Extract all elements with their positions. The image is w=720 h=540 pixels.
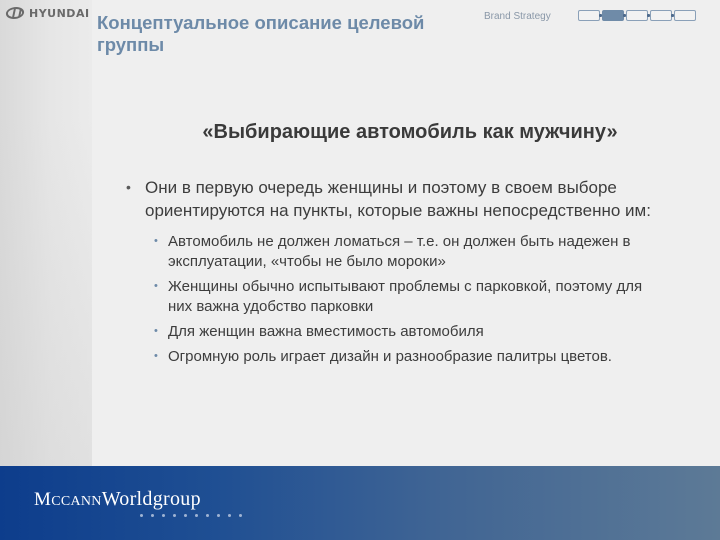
nav-connector	[671, 14, 674, 17]
sub-bullet-text: Для женщин важна вместимость автомобиля	[168, 323, 484, 340]
nav-step-5[interactable]	[674, 10, 696, 21]
sub-bullet-icon: •	[154, 280, 158, 292]
sub-bullet-item: • Женщины обычно испытывают проблемы с п…	[116, 277, 656, 317]
footer-dot	[140, 514, 143, 517]
footer-dot	[206, 514, 209, 517]
mccann-ann: CANN	[60, 494, 102, 509]
nav-step-1[interactable]	[578, 10, 600, 21]
sub-bullet-list: • Автомобиль не должен ломаться – т.е. о…	[116, 232, 656, 367]
footer-dot	[151, 514, 154, 517]
hyundai-logo: HYUNDAI	[4, 5, 90, 21]
hyundai-emblem-icon	[4, 7, 26, 19]
sub-bullet-text: Огромную роль играет дизайн и разнообраз…	[168, 348, 612, 365]
sub-bullet-item: • Автомобиль не должен ломаться – т.е. о…	[116, 232, 656, 272]
main-bullet-text: Они в первую очередь женщины и поэтому в…	[145, 178, 651, 220]
nav-step-2[interactable]	[602, 10, 624, 21]
footer-dot	[239, 514, 242, 517]
nav-connector	[599, 14, 602, 17]
footer-dot	[162, 514, 165, 517]
bullet-icon: •	[126, 179, 131, 195]
step-navigation	[578, 10, 696, 21]
footer-dot	[195, 514, 198, 517]
main-bullet-point: • Они в первую очередь женщины и поэтому…	[116, 176, 656, 222]
nav-connector	[623, 14, 626, 17]
footer-dot	[217, 514, 220, 517]
worldgroup-text: Worldgroup	[101, 488, 201, 510]
slide-title: Концептуальное описание целевой группы	[97, 12, 425, 55]
footer-dot	[184, 514, 187, 517]
nav-step-3[interactable]	[626, 10, 648, 21]
content-body: • Они в первую очередь женщины и поэтому…	[116, 176, 656, 372]
sub-bullet-icon: •	[154, 350, 158, 362]
sub-bullet-icon: •	[154, 325, 158, 337]
footer-dot	[228, 514, 231, 517]
sub-bullet-text: Автомобиль не должен ломаться – т.е. он …	[168, 233, 631, 270]
brand-strategy-label: Brand Strategy	[484, 11, 551, 22]
sidebar-shade	[0, 120, 92, 466]
nav-step-4[interactable]	[650, 10, 672, 21]
mccann-c: C	[51, 494, 61, 509]
nav-connector	[647, 14, 650, 17]
sub-bullet-text: Женщины обычно испытывают проблемы с пар…	[168, 278, 643, 315]
sub-bullet-item: • Для женщин важна вместимость автомобил…	[116, 322, 656, 342]
main-heading: «Выбирающие автомобиль как мужчину»	[202, 121, 618, 143]
footer-dot	[173, 514, 176, 517]
sub-bullet-item: • Огромную роль играет дизайн и разнообр…	[116, 347, 656, 367]
footer-dots	[140, 514, 242, 517]
mccann-worldgroup-logo: MCCANNWorldgroup	[34, 488, 201, 511]
mccann-m: M	[34, 489, 52, 510]
hyundai-logo-text: HYUNDAI	[29, 6, 90, 20]
sub-bullet-icon: •	[154, 235, 158, 247]
